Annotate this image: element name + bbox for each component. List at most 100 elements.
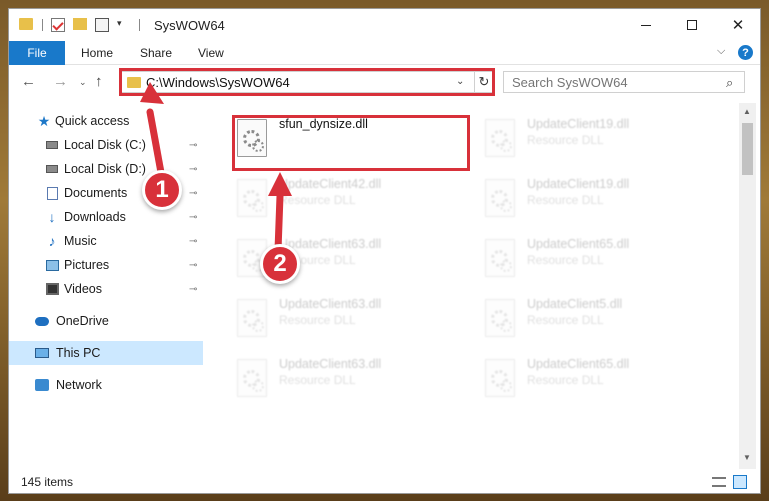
- scroll-thumb[interactable]: [742, 123, 753, 175]
- file-type: Resource DLL: [527, 313, 604, 327]
- pin-icon: ⊸: [189, 259, 198, 271]
- address-highlight-box: [119, 68, 495, 96]
- title-separator: [139, 19, 140, 31]
- sidebar-item-downloads[interactable]: ↓ Downloads ⊸: [9, 205, 203, 229]
- file-type: Resource DLL: [279, 313, 356, 327]
- file-item[interactable]: UpdateClient63.dll Resource DLL: [213, 289, 453, 345]
- sidebar-item-label: Downloads: [64, 210, 126, 224]
- details-view-icon[interactable]: [712, 477, 726, 487]
- file-name: UpdateClient63.dll: [279, 237, 382, 251]
- sidebar-item-pictures[interactable]: Pictures ⊸: [9, 253, 203, 277]
- file-highlight-box: [232, 115, 470, 171]
- file-name: UpdateClient19.dll: [527, 117, 630, 131]
- file-name: UpdateClient63.dll: [279, 297, 382, 311]
- sidebar-item-label: Quick access: [55, 114, 130, 128]
- tab-file[interactable]: File: [9, 41, 65, 65]
- minimize-button[interactable]: [623, 9, 669, 41]
- disk-icon: [45, 162, 59, 176]
- sidebar-item-onedrive[interactable]: OneDrive: [9, 309, 203, 333]
- sidebar-item-label: Music: [64, 234, 97, 248]
- file-item[interactable]: UpdateClient19.dll Resource DLL: [461, 109, 701, 165]
- step-1-callout: 1: [142, 170, 182, 210]
- file-type: Resource DLL: [279, 193, 356, 207]
- sidebar-item-label: This PC: [56, 346, 101, 360]
- download-icon: ↓: [48, 209, 56, 225]
- pin-icon: ⊸: [189, 211, 198, 223]
- search-icon[interactable]: ⌕: [726, 75, 733, 91]
- video-icon: [45, 282, 59, 296]
- music-icon: ♪: [48, 233, 56, 249]
- sidebar-item-label: Local Disk (C:): [64, 138, 146, 152]
- file-item[interactable]: UpdateClient5.dll Resource DLL: [461, 289, 701, 345]
- cloud-icon: [35, 314, 49, 328]
- search-box[interactable]: ⌕: [503, 71, 745, 93]
- file-name: UpdateClient65.dll: [527, 237, 630, 251]
- file-item[interactable]: UpdateClient19.dll Resource DLL: [461, 169, 701, 225]
- sidebar-item-videos[interactable]: Videos ⊸: [9, 277, 203, 301]
- pin-icon: ⊸: [189, 283, 198, 295]
- back-arrow-icon[interactable]: ←: [21, 73, 36, 90]
- pin-icon: ⊸: [189, 235, 198, 247]
- star-icon: ★: [37, 112, 51, 129]
- properties-check-icon[interactable]: [51, 18, 65, 32]
- file-type: Resource DLL: [279, 373, 356, 387]
- folder-icon[interactable]: [19, 18, 33, 30]
- forward-arrow-icon[interactable]: →: [53, 73, 68, 90]
- sidebar-item-quick-access[interactable]: ★ Quick access: [9, 109, 203, 133]
- maximize-button[interactable]: [669, 9, 715, 41]
- file-name: UpdateClient42.dll: [279, 177, 382, 191]
- minimize-icon: [641, 24, 651, 26]
- dll-file-icon: [485, 119, 515, 157]
- file-type: Resource DLL: [527, 193, 604, 207]
- file-type: Resource DLL: [527, 373, 604, 387]
- new-folder-icon[interactable]: [73, 18, 87, 30]
- expand-ribbon-icon[interactable]: ⌵: [717, 45, 725, 58]
- file-name: UpdateClient5.dll: [527, 297, 623, 311]
- pin-icon: ⊸: [189, 163, 198, 175]
- scroll-down-arrow-icon[interactable]: ▼: [743, 453, 751, 462]
- file-item[interactable]: UpdateClient63.dll Resource DLL: [213, 229, 453, 285]
- sidebar-item-label: Documents: [64, 186, 128, 200]
- file-item[interactable]: UpdateClient63.dll Resource DLL: [213, 349, 453, 405]
- scroll-up-arrow-icon[interactable]: ▲: [743, 107, 751, 116]
- step-2-callout: 2: [260, 244, 300, 284]
- sidebar-item-label: Videos: [64, 282, 102, 296]
- file-name: UpdateClient63.dll: [279, 357, 382, 371]
- dll-file-icon: [237, 179, 267, 217]
- properties-icon[interactable]: [95, 18, 109, 32]
- help-icon[interactable]: ?: [738, 45, 753, 60]
- close-button[interactable]: ✕: [715, 9, 760, 41]
- dll-file-icon: [237, 299, 267, 337]
- computer-icon: [35, 346, 49, 360]
- file-item[interactable]: UpdateClient42.dll Resource DLL: [213, 169, 453, 225]
- sidebar-item-this-pc[interactable]: This PC: [9, 341, 203, 365]
- up-arrow-icon[interactable]: ↑: [95, 73, 103, 90]
- sidebar-item-label: Local Disk (D:): [64, 162, 146, 176]
- customize-toolbar-dropdown-icon[interactable]: ▾: [117, 18, 122, 29]
- sidebar-item-label: OneDrive: [56, 314, 109, 328]
- recent-locations-chevron-icon[interactable]: ⌄: [79, 77, 87, 88]
- title-bar: ▾ SysWOW64 ✕: [9, 9, 760, 41]
- file-item[interactable]: UpdateClient65.dll Resource DLL: [461, 349, 701, 405]
- large-icons-view-icon[interactable]: [733, 475, 747, 489]
- file-type: Resource DLL: [527, 253, 604, 267]
- sidebar-item-network[interactable]: Network: [9, 373, 203, 397]
- tab-view[interactable]: View: [198, 46, 224, 60]
- status-bar: 145 items: [9, 470, 760, 493]
- pin-icon: ⊸: [189, 139, 198, 151]
- file-item[interactable]: UpdateClient65.dll Resource DLL: [461, 229, 701, 285]
- tab-home[interactable]: Home: [81, 46, 113, 60]
- picture-icon: [45, 258, 59, 272]
- window-title: SysWOW64: [154, 18, 225, 33]
- sidebar-item-label: Network: [56, 378, 102, 392]
- sidebar-item-label: Pictures: [64, 258, 110, 272]
- sidebar-item-music[interactable]: ♪ Music ⊸: [9, 229, 203, 253]
- vertical-scrollbar[interactable]: ▲ ▼: [739, 103, 756, 469]
- tab-share[interactable]: Share: [140, 46, 172, 60]
- file-name: UpdateClient19.dll: [527, 177, 630, 191]
- sidebar-item-local-disk-c[interactable]: Local Disk (C:) ⊸: [9, 133, 203, 157]
- dll-file-icon: [237, 359, 267, 397]
- network-icon: [35, 378, 49, 392]
- toolbar-separator: [42, 19, 43, 31]
- search-input[interactable]: [512, 75, 712, 90]
